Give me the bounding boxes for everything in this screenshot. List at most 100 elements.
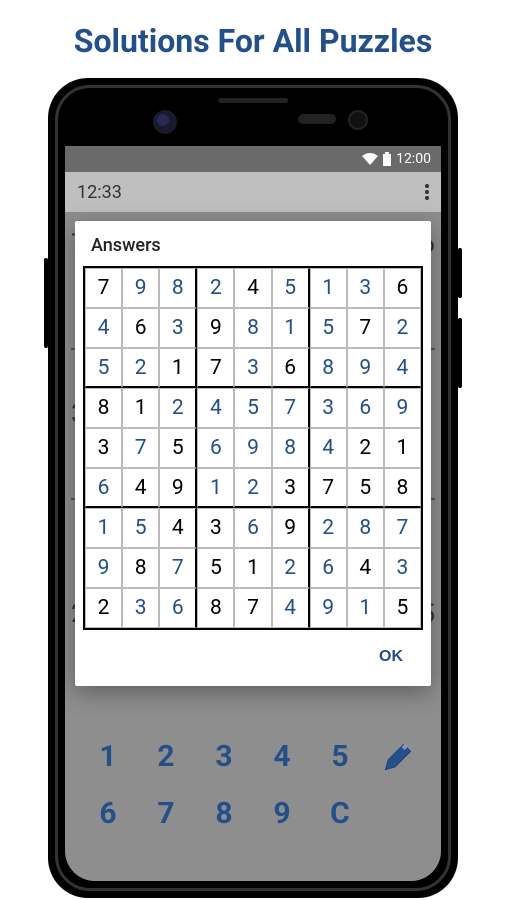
sudoku-cell: 4 — [85, 308, 122, 348]
sudoku-cell: 4 — [272, 588, 310, 628]
sudoku-cell: 1 — [310, 268, 347, 308]
answers-dialog: Answers 79824513646398157252173689481245… — [75, 221, 431, 686]
sudoku-cell: 5 — [159, 428, 197, 468]
sudoku-cell: 9 — [159, 468, 197, 508]
sudoku-cell: 2 — [384, 308, 421, 348]
wifi-icon — [362, 153, 378, 165]
phone-side-button — [458, 318, 462, 388]
sudoku-cell: 2 — [310, 508, 347, 548]
status-time: 12:00 — [396, 151, 431, 167]
sudoku-cell: 7 — [159, 548, 197, 588]
sudoku-cell: 6 — [197, 428, 234, 468]
sudoku-cell: 1 — [234, 548, 271, 588]
number-pad: 1 2 3 4 5 6 7 8 9 C x — [65, 731, 441, 861]
game-timer: 12:33 — [77, 182, 122, 203]
sudoku-cell: 7 — [384, 508, 421, 548]
app-toolbar: 12:33 — [65, 172, 441, 212]
sudoku-cell: 3 — [197, 508, 234, 548]
battery-icon — [382, 152, 392, 166]
sudoku-cell: 2 — [234, 468, 271, 508]
sudoku-cell: 2 — [272, 548, 310, 588]
sudoku-cell: 1 — [85, 508, 122, 548]
numpad-1[interactable]: 1 — [79, 739, 137, 774]
sudoku-cell: 7 — [347, 308, 384, 348]
numpad-9[interactable]: 9 — [253, 796, 311, 831]
sudoku-cell: 8 — [234, 308, 271, 348]
sudoku-cell: 7 — [234, 588, 271, 628]
sudoku-cell: 5 — [310, 308, 347, 348]
sudoku-cell: 3 — [347, 268, 384, 308]
sudoku-cell: 9 — [272, 508, 310, 548]
sudoku-cell: 6 — [347, 388, 384, 428]
sudoku-cell: 8 — [310, 348, 347, 388]
sudoku-cell: 4 — [310, 428, 347, 468]
sudoku-cell: 8 — [384, 468, 421, 508]
status-bar: 12:00 — [65, 146, 441, 172]
sudoku-cell: 8 — [122, 548, 159, 588]
sudoku-cell: 3 — [310, 388, 347, 428]
sudoku-cell: 2 — [85, 588, 122, 628]
sudoku-cell: 9 — [85, 548, 122, 588]
sudoku-cell: 5 — [234, 388, 271, 428]
pencil-icon[interactable] — [369, 740, 427, 774]
sudoku-cell: 1 — [347, 588, 384, 628]
sudoku-cell: 1 — [384, 428, 421, 468]
sudoku-cell: 3 — [85, 428, 122, 468]
sudoku-cell: 7 — [272, 388, 310, 428]
numpad-4[interactable]: 4 — [253, 739, 311, 774]
sudoku-cell: 8 — [85, 388, 122, 428]
sudoku-cell: 6 — [310, 548, 347, 588]
sudoku-cell: 9 — [234, 428, 271, 468]
sudoku-cell: 5 — [197, 548, 234, 588]
numpad-7[interactable]: 7 — [137, 796, 195, 831]
sudoku-cell: 7 — [85, 268, 122, 308]
sudoku-cell: 8 — [347, 508, 384, 548]
sudoku-cell: 6 — [234, 508, 271, 548]
sudoku-cell: 6 — [159, 588, 197, 628]
sudoku-cell: 1 — [159, 348, 197, 388]
sudoku-cell: 5 — [85, 348, 122, 388]
phone-screen: 12:00 12:33 76 31 25 Answers 79824513646… — [65, 146, 441, 881]
sudoku-cell: 3 — [122, 588, 159, 628]
sudoku-cell: 4 — [159, 508, 197, 548]
sudoku-cell: 9 — [347, 348, 384, 388]
sudoku-cell: 5 — [384, 588, 421, 628]
sudoku-cell: 1 — [122, 388, 159, 428]
sudoku-grid: 7982451364639815725217368948124573693756… — [83, 266, 423, 630]
ok-button[interactable]: OK — [369, 640, 413, 674]
numpad-3[interactable]: 3 — [195, 739, 253, 774]
sudoku-cell: 9 — [122, 268, 159, 308]
dialog-title: Answers — [75, 221, 431, 266]
sudoku-cell: 9 — [384, 388, 421, 428]
sudoku-cell: 2 — [347, 428, 384, 468]
phone-volume-button — [44, 258, 48, 348]
sudoku-cell: 8 — [197, 588, 234, 628]
sudoku-cell: 4 — [122, 468, 159, 508]
sudoku-cell: 8 — [272, 428, 310, 468]
sudoku-cell: 3 — [159, 308, 197, 348]
sudoku-cell: 5 — [122, 508, 159, 548]
numpad-6[interactable]: 6 — [79, 796, 137, 831]
sudoku-cell: 3 — [272, 468, 310, 508]
numpad-2[interactable]: 2 — [137, 739, 195, 774]
sudoku-cell: 7 — [310, 468, 347, 508]
numpad-clear[interactable]: C — [311, 796, 369, 831]
sudoku-cell: 2 — [122, 348, 159, 388]
sudoku-cell: 1 — [272, 308, 310, 348]
sudoku-cell: 8 — [159, 268, 197, 308]
numpad-5[interactable]: 5 — [311, 739, 369, 774]
sudoku-cell: 3 — [234, 348, 271, 388]
sudoku-cell: 7 — [122, 428, 159, 468]
sudoku-cell: 2 — [159, 388, 197, 428]
sudoku-cell: 4 — [384, 348, 421, 388]
sudoku-cell: 6 — [85, 468, 122, 508]
sudoku-cell: 4 — [347, 548, 384, 588]
numpad-8[interactable]: 8 — [195, 796, 253, 831]
sudoku-cell: 5 — [347, 468, 384, 508]
sudoku-cell: 4 — [234, 268, 271, 308]
sudoku-cell: 5 — [272, 268, 310, 308]
overflow-menu-icon[interactable] — [425, 184, 429, 200]
sudoku-cell: 2 — [197, 268, 234, 308]
sudoku-cell: 4 — [197, 388, 234, 428]
sudoku-cell: 9 — [310, 588, 347, 628]
